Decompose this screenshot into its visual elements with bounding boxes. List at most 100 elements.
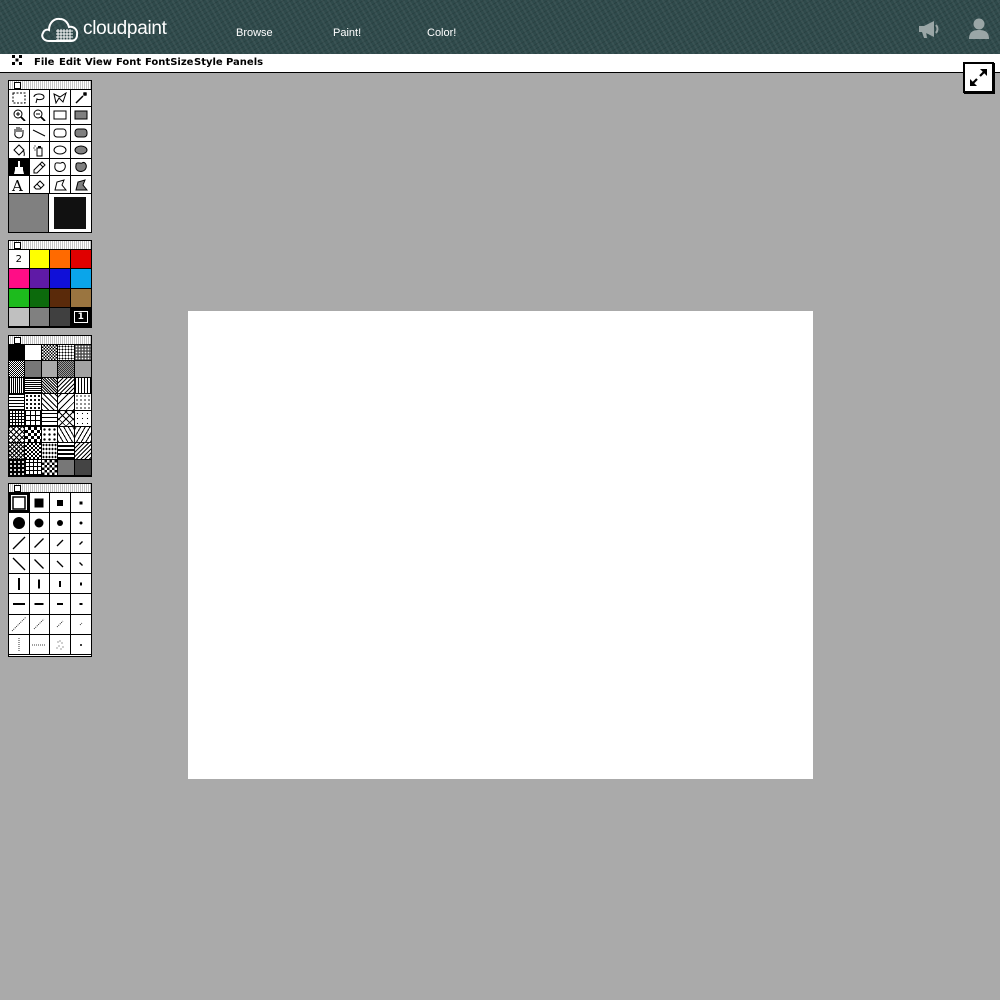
menu-fontsize[interactable]: FontSize [145, 57, 193, 68]
color-swatch[interactable] [70, 288, 91, 308]
pattern-swatch[interactable] [25, 443, 42, 460]
brush-shape[interactable] [50, 533, 71, 554]
pattern-swatch[interactable] [41, 377, 59, 395]
ellipse-filled-icon[interactable] [70, 141, 91, 160]
polygon-filled-icon[interactable] [70, 176, 91, 194]
pattern-swatch[interactable] [9, 426, 26, 444]
pattern-swatch[interactable] [74, 377, 91, 395]
brush-shape[interactable] [29, 614, 50, 636]
pattern-swatch[interactable] [58, 443, 75, 460]
color-swatch[interactable] [70, 250, 91, 270]
pattern-swatch[interactable] [41, 443, 59, 460]
pattern-swatch[interactable] [9, 410, 26, 427]
text-icon[interactable]: A [9, 176, 30, 194]
pattern-swatch[interactable] [41, 459, 59, 477]
freeform-outline-icon[interactable] [50, 159, 71, 177]
pattern-swatch[interactable] [25, 377, 42, 395]
brush-shape[interactable] [70, 513, 91, 534]
close-box[interactable] [14, 485, 21, 492]
pattern-swatch[interactable] [9, 345, 26, 362]
color-swatch[interactable] [50, 288, 71, 308]
polygon-outline-icon[interactable] [50, 176, 71, 194]
rounded-rect-outline-icon[interactable] [50, 124, 71, 142]
pattern-swatch[interactable] [41, 345, 59, 362]
brush-shape[interactable] [50, 493, 71, 514]
freeform-filled-icon[interactable] [70, 159, 91, 177]
brush-shape[interactable] [9, 574, 30, 595]
rectangle-outline-icon[interactable] [50, 107, 71, 125]
pattern-swatch[interactable] [25, 361, 42, 378]
pattern-swatch[interactable] [74, 361, 91, 378]
brush-shape[interactable] [9, 553, 30, 575]
nav-color[interactable]: Color! [427, 27, 456, 39]
magic-wand-icon[interactable] [70, 90, 91, 108]
brush-shape[interactable] [29, 594, 50, 615]
cloudpaint-logo[interactable]: cloudpaint [40, 14, 167, 44]
pattern-swatch[interactable] [74, 426, 91, 444]
fullscreen-button[interactable] [963, 62, 994, 93]
brush-shape[interactable] [50, 594, 71, 615]
pattern-swatch[interactable] [9, 459, 26, 477]
color-swatch[interactable] [29, 288, 50, 308]
brush-shape[interactable] [9, 635, 30, 656]
menu-font[interactable]: Font [116, 57, 141, 68]
color-swatch[interactable]: 2 [9, 250, 30, 270]
hand-icon[interactable] [9, 124, 30, 142]
color-swatch[interactable]: 1 [70, 307, 91, 327]
pattern-swatch[interactable] [58, 459, 75, 477]
brush-shape[interactable] [50, 553, 71, 575]
brush-shape[interactable] [50, 513, 71, 534]
brush-shape[interactable] [29, 493, 50, 514]
pattern-swatch[interactable] [41, 426, 59, 444]
brush-shape[interactable] [70, 574, 91, 595]
brush-shape[interactable] [29, 574, 50, 595]
polygon-lasso-icon[interactable] [50, 90, 71, 108]
brush-shape[interactable] [70, 614, 91, 636]
pattern-swatch[interactable] [58, 345, 75, 362]
color-swatch[interactable] [29, 250, 50, 270]
brush-shape[interactable] [70, 533, 91, 554]
brush-shape[interactable] [50, 635, 71, 656]
pattern-swatch[interactable] [9, 377, 26, 395]
panel-titlebar[interactable] [9, 484, 91, 493]
nav-browse[interactable]: Browse [236, 27, 273, 39]
pattern-swatch[interactable] [9, 394, 26, 411]
close-box[interactable] [14, 242, 21, 249]
color-swatch[interactable] [9, 288, 30, 308]
menu-style[interactable]: Style [194, 57, 223, 68]
line-icon[interactable] [29, 124, 50, 142]
brush-shape[interactable] [9, 614, 30, 636]
pattern-swatch[interactable] [41, 410, 59, 427]
spray-icon[interactable] [29, 141, 50, 160]
pattern-swatch[interactable] [9, 361, 26, 378]
color-swatch[interactable] [29, 269, 50, 289]
pattern-swatch[interactable] [25, 394, 42, 411]
pattern-swatch[interactable] [41, 394, 59, 411]
menu-edit[interactable]: Edit [59, 57, 81, 68]
panel-titlebar[interactable] [9, 81, 91, 90]
drawing-canvas[interactable] [188, 311, 813, 779]
pattern-swatch[interactable] [41, 361, 59, 378]
panel-titlebar[interactable] [9, 241, 91, 250]
menu-view[interactable]: View [85, 57, 112, 68]
zoom-out-icon[interactable] [29, 107, 50, 125]
color-swatch[interactable] [50, 250, 71, 270]
marquee-select-icon[interactable] [9, 90, 30, 108]
pattern-swatch[interactable] [74, 443, 91, 460]
color-swatch[interactable] [9, 269, 30, 289]
pattern-swatch[interactable] [58, 394, 75, 411]
zoom-in-icon[interactable] [9, 107, 30, 125]
pattern-swatch[interactable] [9, 443, 26, 460]
brush-shape[interactable] [70, 493, 91, 514]
rounded-rect-filled-icon[interactable] [70, 124, 91, 142]
pattern-swatch[interactable] [25, 426, 42, 444]
color-swatch[interactable] [29, 307, 50, 327]
brush-shape[interactable] [29, 533, 50, 554]
rectangle-filled-icon[interactable] [70, 107, 91, 125]
ellipse-outline-icon[interactable] [50, 141, 71, 160]
brush-shape[interactable] [50, 614, 71, 636]
brush-shape[interactable] [9, 533, 30, 554]
menu-file[interactable]: File [34, 57, 54, 68]
close-box[interactable] [14, 337, 21, 344]
app-menu-icon[interactable] [12, 55, 22, 68]
